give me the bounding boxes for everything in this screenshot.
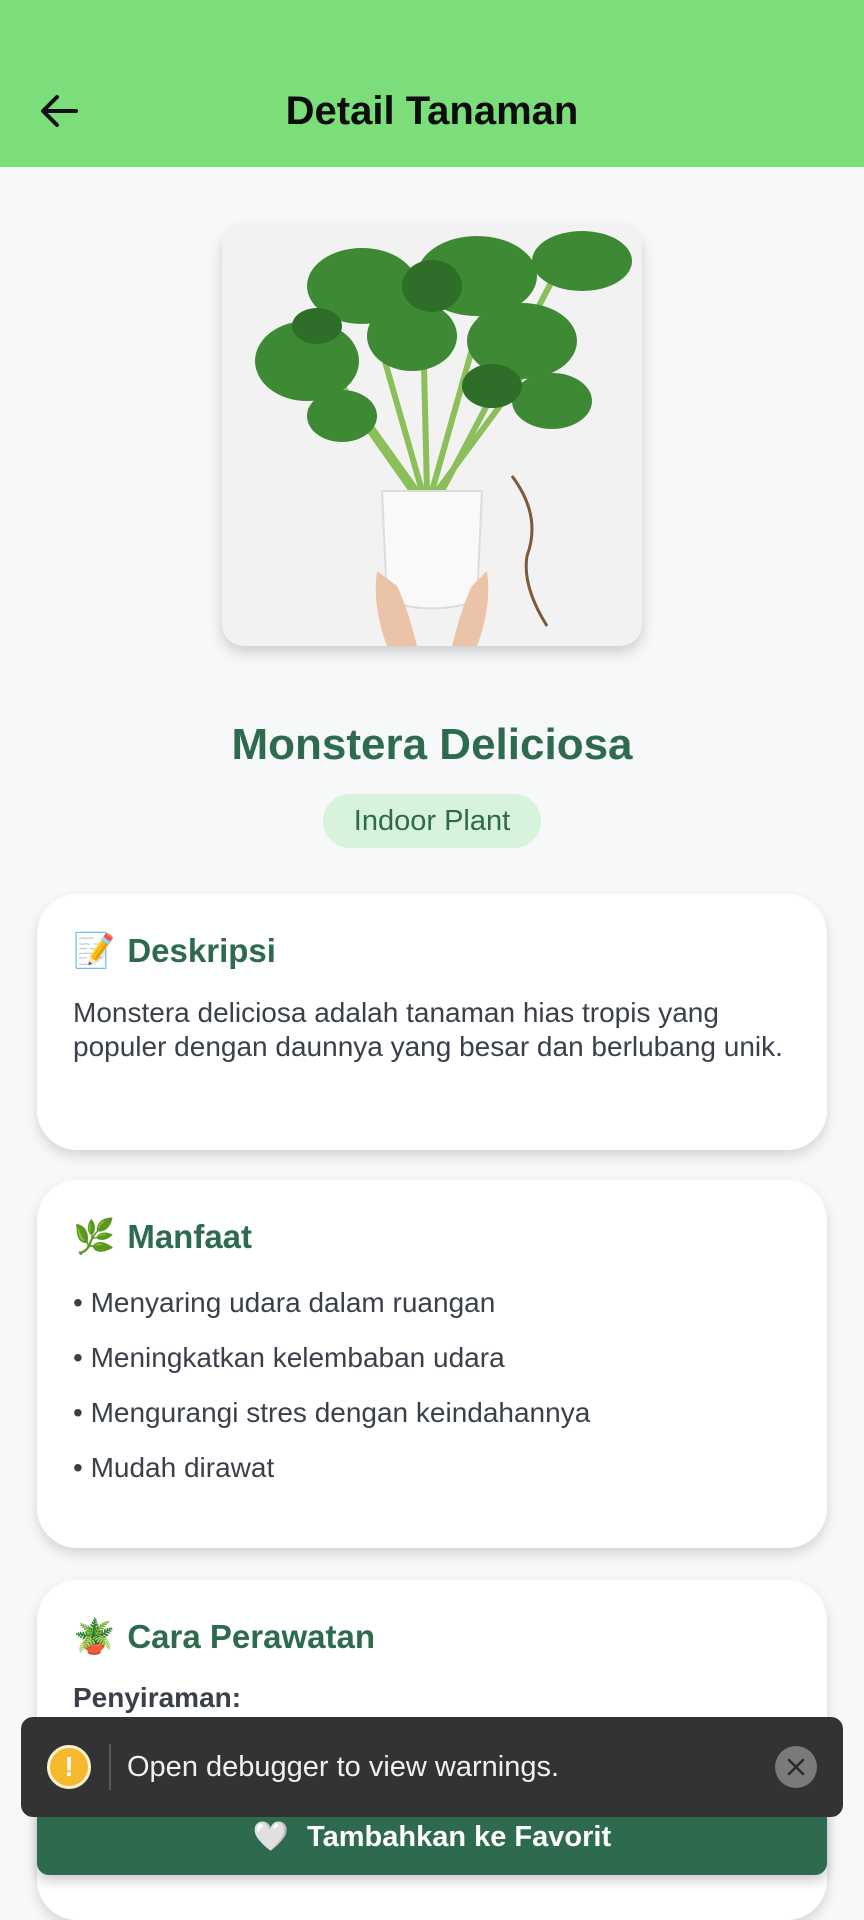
app-header: Detail Tanaman <box>0 0 864 167</box>
description-card: 📝 Deskripsi Monstera deliciosa adalah ta… <box>37 894 827 1150</box>
herb-icon: 🌿 <box>73 1217 116 1257</box>
heart-icon: 🤍 <box>252 1821 289 1853</box>
toast-divider <box>109 1744 111 1790</box>
close-toast-button[interactable] <box>775 1746 817 1788</box>
plant-image <box>222 226 642 646</box>
page-title: Detail Tanaman <box>285 89 579 133</box>
benefits-heading: 🌿 Manfaat <box>73 1216 791 1258</box>
list-item: • Mudah dirawat <box>73 1452 275 1483</box>
description-heading: 📝 Deskripsi <box>73 930 791 972</box>
add-favorite-label: Tambahkan ke Favorit <box>307 1821 612 1853</box>
description-title: Deskripsi <box>127 932 276 969</box>
toast-message: Open debugger to view warnings. <box>127 1750 560 1783</box>
warning-icon: ! <box>47 1745 91 1789</box>
watering-label: Penyiraman: <box>73 1682 242 1713</box>
list-item: • Meningkatkan kelembaban udara <box>73 1342 505 1373</box>
benefits-card: 🌿 Manfaat • Menyaring udara dalam ruanga… <box>37 1180 827 1548</box>
benefits-list: • Menyaring udara dalam ruangan • Mening… <box>73 1286 791 1485</box>
close-icon <box>787 1758 805 1776</box>
debug-toast[interactable]: ! Open debugger to view warnings. <box>21 1717 843 1817</box>
memo-icon: 📝 <box>73 931 116 971</box>
care-title: Cara Perawatan <box>127 1618 375 1655</box>
plant-illustration <box>222 226 642 646</box>
potted-plant-icon: 🪴 <box>73 1617 116 1657</box>
list-item: • Menyaring udara dalam ruangan <box>73 1287 496 1318</box>
description-text: Monstera deliciosa adalah tanaman hias t… <box>73 997 783 1062</box>
benefits-title: Manfaat <box>127 1218 253 1255</box>
list-item: • Mengurangi stres dengan keindahannya <box>73 1397 591 1428</box>
category-tag: Indoor Plant <box>323 794 541 848</box>
plant-name: Monstera Deliciosa <box>231 720 633 769</box>
care-heading: 🪴 Cara Perawatan <box>73 1616 791 1658</box>
